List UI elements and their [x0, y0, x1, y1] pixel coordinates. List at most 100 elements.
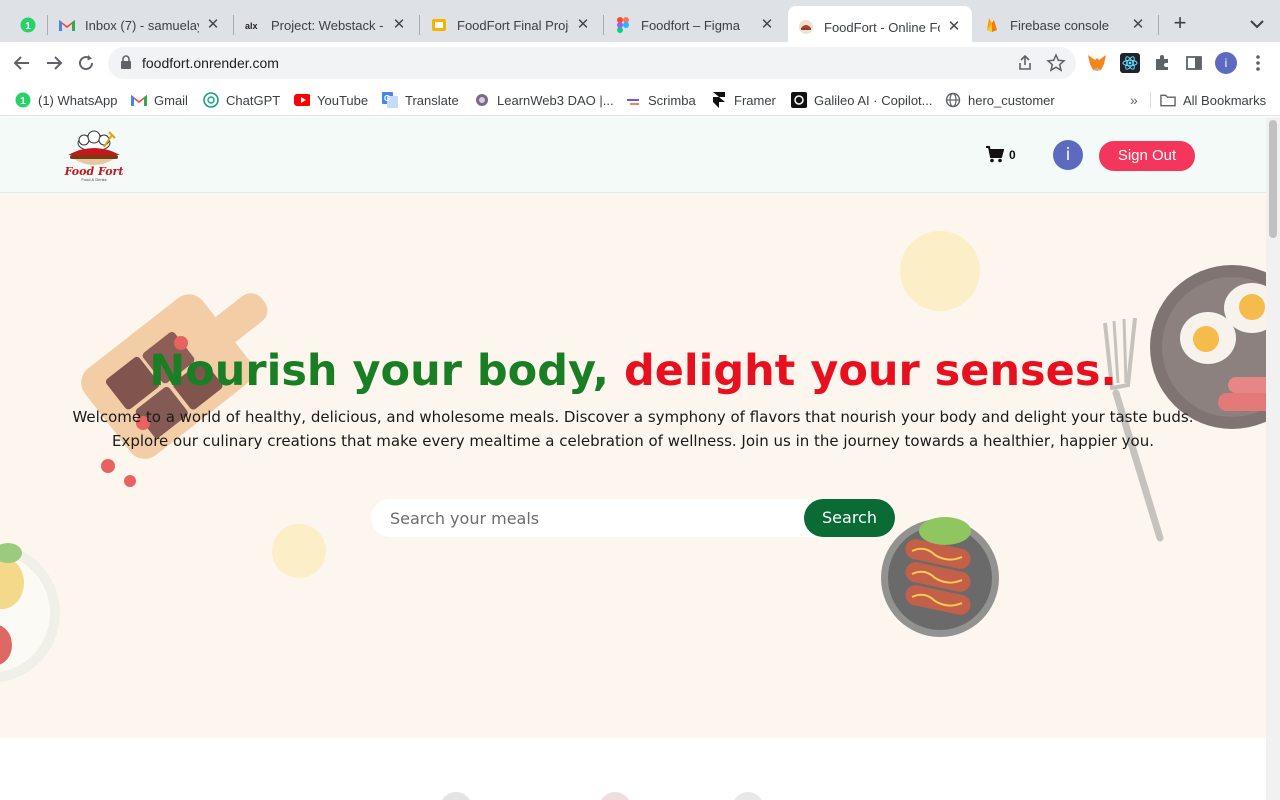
- user-avatar-button[interactable]: i: [1053, 140, 1083, 170]
- tab-title: Firebase console: [1010, 17, 1109, 33]
- close-icon[interactable]: ✕: [946, 19, 962, 35]
- cart-icon: [986, 146, 1004, 163]
- bookmark-framer[interactable]: Framer: [711, 91, 776, 109]
- tab-title: Inbox (7) - samuelayo: [85, 17, 199, 33]
- bookmark-label: All Bookmarks: [1183, 92, 1267, 108]
- folder-icon: [1160, 92, 1176, 108]
- chatgpt-icon: [203, 92, 219, 108]
- share-icon[interactable]: [1016, 54, 1034, 72]
- close-icon[interactable]: ✕: [205, 17, 221, 33]
- hero-description-line: Explore our culinary creations that make…: [111, 432, 1155, 450]
- bookmark-hero-customer[interactable]: hero_customer: [945, 91, 1055, 109]
- framer-icon: [711, 92, 727, 108]
- side-panel-icon[interactable]: [1184, 53, 1204, 73]
- whatsapp-icon: 1: [20, 17, 36, 33]
- sausage-plate-illustration: [881, 517, 999, 637]
- decor-circle: [272, 524, 326, 578]
- tab-figma[interactable]: Foodfort – Figma ✕: [605, 8, 785, 42]
- close-icon[interactable]: ✕: [1130, 17, 1146, 33]
- browser-toolbar: foodfort.onrender.com i: [0, 42, 1280, 84]
- tab-firebase[interactable]: Firebase console ✕: [974, 8, 1156, 42]
- category-icon[interactable]: [440, 792, 472, 800]
- cart-button[interactable]: 0: [986, 146, 1016, 163]
- extensions-puzzle-icon[interactable]: [1152, 53, 1172, 73]
- menu-kebab-icon[interactable]: [1250, 53, 1266, 73]
- globe-icon: [945, 92, 961, 108]
- category-section: [0, 738, 1266, 800]
- url-text: foodfort.onrender.com: [142, 55, 279, 71]
- alx-icon: alx: [245, 17, 261, 33]
- bookmark-youtube[interactable]: YouTube: [294, 91, 368, 109]
- tab-title: Project: Webstack - P: [271, 17, 385, 33]
- react-devtools-icon[interactable]: [1120, 53, 1140, 73]
- bookmark-star-icon[interactable]: [1046, 53, 1066, 73]
- category-icon[interactable]: [732, 792, 764, 800]
- hero-title-red: delight your senses.: [623, 346, 1117, 396]
- decor-circle: [900, 231, 980, 311]
- profile-avatar[interactable]: i: [1215, 52, 1237, 74]
- bookmark-label: LearnWeb3 DAO |...: [497, 92, 614, 108]
- metamask-icon[interactable]: [1087, 53, 1107, 73]
- bookmarks-overflow-button[interactable]: »: [1130, 92, 1138, 108]
- hero-description-line: Welcome to a world of healthy, delicious…: [72, 408, 1194, 426]
- tab-search-chevron-icon[interactable]: [1248, 15, 1266, 33]
- sign-out-button[interactable]: Sign Out: [1099, 141, 1195, 171]
- tab-gmail[interactable]: Inbox (7) - samuelayo ✕: [49, 8, 231, 42]
- cart-count: 0: [1009, 147, 1016, 162]
- tab-title: Foodfort – Figma: [641, 17, 740, 33]
- foodfort-icon: [798, 19, 814, 35]
- back-arrow-icon[interactable]: [10, 51, 34, 75]
- youtube-icon: [294, 92, 310, 108]
- reload-icon[interactable]: [74, 51, 98, 75]
- hero-title: Nourish your body, delight your senses.: [0, 346, 1266, 396]
- logo-tagline: Food & Drinks: [81, 177, 106, 182]
- page-viewport: Food Fort Food & Drinks 0 i Sign Out Nou…: [0, 117, 1266, 800]
- tab-title: FoodFort - Online Foo: [824, 19, 940, 35]
- svg-text:1: 1: [25, 21, 31, 32]
- hero-section: Nourish your body, delight your senses. …: [0, 193, 1266, 738]
- category-icons-peek: [440, 792, 764, 800]
- close-icon[interactable]: ✕: [759, 17, 775, 33]
- foodfort-logo[interactable]: Food Fort Food & Drinks: [60, 127, 128, 183]
- bookmark-label: Scrimba: [648, 92, 696, 108]
- bookmark-label: Translate: [405, 92, 459, 108]
- bookmark-label: Gmail: [154, 92, 188, 108]
- tab-alx[interactable]: alx Project: Webstack - P ✕: [235, 8, 417, 42]
- search-button[interactable]: Search: [804, 499, 895, 537]
- close-icon[interactable]: ✕: [575, 17, 591, 33]
- tab-slides[interactable]: FoodFort Final Projec ✕: [421, 8, 601, 42]
- close-icon[interactable]: ✕: [391, 17, 407, 33]
- bookmark-gmail[interactable]: Gmail: [131, 91, 188, 109]
- address-bar[interactable]: foodfort.onrender.com: [108, 47, 1076, 79]
- category-icon[interactable]: [599, 792, 631, 800]
- scrollbar-thumb[interactable]: [1269, 120, 1277, 238]
- bookmark-whatsapp[interactable]: 1 (1) WhatsApp: [15, 91, 117, 109]
- svg-text:alx: alx: [245, 21, 258, 31]
- bookmark-scrimba[interactable]: Scrimba: [625, 91, 696, 109]
- bookmark-translate[interactable]: G Translate: [382, 91, 459, 109]
- learnweb3-icon: [474, 92, 490, 108]
- all-bookmarks-folder[interactable]: All Bookmarks: [1160, 91, 1266, 109]
- bookmark-learnweb3[interactable]: LearnWeb3 DAO |...: [474, 91, 614, 109]
- tab-title: FoodFort Final Projec: [457, 17, 569, 33]
- bookmark-label: Galileo AI · Copilot...: [814, 92, 933, 108]
- salad-plate-illustration: [0, 543, 60, 683]
- hero-illustrations: [0, 231, 1266, 683]
- bookmark-chatgpt[interactable]: ChatGPT: [203, 91, 280, 109]
- tab-strip: 1 Inbox (7) - samuelayo ✕ alx Project: W…: [0, 0, 1280, 48]
- hero-description: Welcome to a world of healthy, delicious…: [0, 405, 1266, 453]
- bookmark-label: Framer: [734, 92, 776, 108]
- new-tab-button[interactable]: +: [1168, 12, 1192, 36]
- page-scrollbar[interactable]: [1266, 117, 1280, 800]
- bookmarks-bar: 1 (1) WhatsApp Gmail ChatGPT YouTube G T…: [0, 84, 1280, 116]
- tab-whatsapp[interactable]: 1: [10, 8, 46, 42]
- gmail-icon: [59, 17, 75, 33]
- meal-search-input[interactable]: [371, 499, 821, 537]
- galileo-icon: [791, 92, 807, 108]
- bookmark-galileo[interactable]: Galileo AI · Copilot...: [791, 91, 933, 109]
- gmail-icon: [131, 92, 147, 108]
- svg-text:1: 1: [20, 96, 26, 107]
- whatsapp-icon: 1: [15, 92, 31, 108]
- forward-arrow-icon[interactable]: [42, 51, 66, 75]
- slides-icon: [431, 17, 447, 33]
